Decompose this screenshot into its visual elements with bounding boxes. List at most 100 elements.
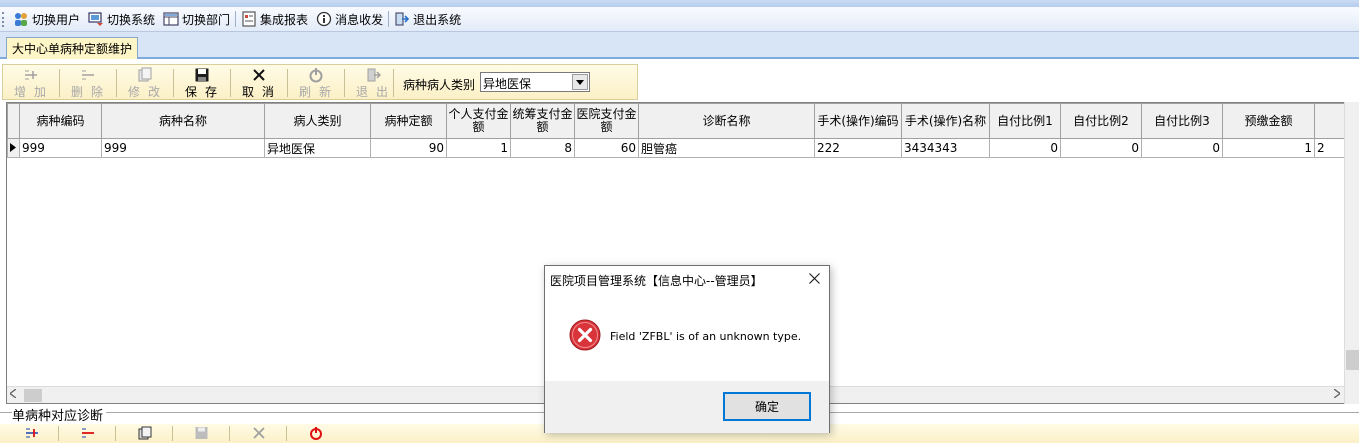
table-cell[interactable]: 999 (19, 138, 102, 158)
tab-single-disease-quota[interactable]: 大中心单病种定额维护 (6, 37, 139, 59)
toolbar-separator (393, 69, 394, 97)
menubar-grip[interactable] (2, 11, 5, 27)
table-cell[interactable]: 0 (1141, 138, 1223, 158)
table-cell[interactable]: 0 (1060, 138, 1142, 158)
switch-system-label: 切换系统 (107, 12, 156, 27)
column-header[interactable]: 自付比例1 (989, 103, 1061, 139)
table-cell[interactable]: 1 (446, 138, 511, 158)
table-cell[interactable]: 胆管癌 (638, 138, 815, 158)
delete-row-icon[interactable] (80, 426, 96, 443)
add-row-icon[interactable] (24, 426, 40, 443)
column-header[interactable]: 手术(操作)名称 (901, 103, 990, 139)
table-row[interactable]: 999 999 异地医保 90 1 8 60 胆管癌 222 3434343 0… (7, 138, 1355, 158)
exit-icon (394, 11, 410, 27)
table-cell[interactable]: 0 (989, 138, 1061, 158)
refresh-icon[interactable] (308, 426, 324, 443)
dialog-message: Field 'ZFBL' is of an unknown type. (610, 330, 802, 343)
current-row-indicator (7, 138, 20, 158)
window-top-strip (0, 0, 1359, 7)
column-header[interactable]: 病种定额 (370, 103, 447, 139)
integrated-report-button[interactable]: 集成报表 (237, 8, 312, 30)
scroll-right-icon[interactable] (1333, 388, 1342, 401)
ok-button[interactable]: 确定 (723, 392, 811, 421)
horizontal-scroll-thumb[interactable] (24, 389, 42, 402)
table-cell[interactable]: 999 (101, 138, 265, 158)
tab-strip: 大中心单病种定额维护 (0, 32, 1359, 59)
tab-label: 大中心单病种定额维护 (12, 42, 133, 56)
table-cell[interactable]: 60 (574, 138, 639, 158)
refresh-button-label: 刷新 (298, 85, 339, 99)
toolbar-separator (229, 426, 230, 441)
report-icon (241, 11, 257, 27)
table-cell[interactable]: 异地医保 (264, 138, 371, 158)
add-button[interactable]: 增加 (3, 65, 59, 101)
cancel-button[interactable]: 取消 (231, 65, 287, 101)
menu-separator (388, 11, 390, 27)
vertical-scroll-thumb[interactable] (1346, 350, 1359, 370)
table-cell[interactable]: 8 (510, 138, 575, 158)
chevron-down-icon[interactable] (572, 74, 588, 90)
refresh-button[interactable]: 刷新 (288, 65, 344, 101)
patient-category-label: 病种病人类别 (403, 78, 476, 92)
patient-category-select[interactable]: 异地医保 (480, 72, 590, 92)
toolbar: 增加 删除 修改 保存 取消 刷新 退出 病种病人类别 异地医保 (0, 61, 1359, 102)
switch-department-label: 切换部门 (182, 12, 231, 27)
dialog-title: 医院项目管理系统【信息中心--管理员】 (550, 274, 763, 288)
error-icon (569, 319, 601, 354)
edit-icon[interactable] (137, 426, 153, 443)
switch-system-button[interactable]: 切换系统 (84, 8, 159, 30)
department-icon (163, 11, 179, 27)
save-button[interactable]: 保存 (174, 65, 230, 101)
grid-table: 病种编码 病种名称 病人类别 病种定额 个人支付金额 统筹支付金额 医院支付金额… (7, 103, 1355, 158)
column-header[interactable]: 病人类别 (264, 103, 371, 139)
column-header[interactable]: 个人支付金额 (446, 103, 511, 139)
column-header[interactable]: 病种名称 (101, 103, 265, 139)
integrated-report-label: 集成报表 (260, 12, 309, 27)
message-label: 消息收发 (335, 12, 384, 27)
close-icon[interactable] (251, 426, 267, 443)
column-header[interactable]: 诊断名称 (638, 103, 815, 139)
dialog-footer: 确定 (545, 381, 829, 433)
table-cell[interactable]: 3434343 (901, 138, 990, 158)
switch-user-button[interactable]: 切换用户 (9, 8, 84, 30)
scroll-left-icon[interactable] (8, 388, 17, 401)
exit-system-button[interactable]: 退出系统 (390, 8, 465, 30)
switch-system-icon (88, 11, 104, 27)
message-button[interactable]: 消息收发 (312, 8, 387, 30)
section-title: 单病种对应诊断 (12, 405, 107, 424)
menu-bar: 切换用户 切换系统 切换部门 集成报表 消息收发 退出系统 (0, 7, 1359, 32)
switch-department-button[interactable]: 切换部门 (159, 8, 234, 30)
patient-category-value: 异地医保 (483, 77, 532, 91)
table-cell[interactable]: 90 (370, 138, 447, 158)
toolbar-separator (286, 426, 287, 441)
toolbar-separator (58, 426, 59, 441)
error-dialog: 医院项目管理系统【信息中心--管理员】 Field 'ZFBL' is of a… (544, 265, 830, 433)
column-header[interactable]: 医院支付金额 (574, 103, 639, 139)
column-header[interactable]: 自付比例3 (1141, 103, 1223, 139)
close-icon (808, 273, 820, 287)
edit-button-label: 修改 (127, 85, 168, 99)
column-header[interactable]: 预缴金额 (1222, 103, 1315, 139)
users-icon (13, 11, 29, 27)
column-header[interactable]: 手术(操作)编码 (814, 103, 902, 139)
table-cell[interactable]: 1 (1222, 138, 1315, 158)
add-button-label: 增加 (13, 85, 54, 99)
column-header[interactable]: 自付比例2 (1060, 103, 1142, 139)
info-icon (316, 11, 332, 27)
delete-button-label: 删除 (70, 85, 111, 99)
switch-user-label: 切换用户 (32, 12, 81, 27)
toolbar-separator (115, 426, 116, 441)
row-indicator-header (7, 103, 20, 139)
vertical-scrollbar[interactable] (1344, 102, 1359, 404)
toolbar-separator (172, 426, 173, 441)
menu-separator (235, 11, 237, 27)
save-icon[interactable] (194, 426, 210, 443)
exit-system-label: 退出系统 (413, 12, 462, 27)
column-header[interactable]: 病种编码 (19, 103, 102, 139)
table-cell[interactable]: 222 (814, 138, 902, 158)
column-header[interactable]: 统筹支付金额 (510, 103, 575, 139)
cancel-button-label: 取消 (241, 85, 282, 99)
delete-button[interactable]: 删除 (60, 65, 116, 101)
dialog-close-button[interactable] (799, 266, 829, 294)
edit-button[interactable]: 修改 (117, 65, 173, 101)
